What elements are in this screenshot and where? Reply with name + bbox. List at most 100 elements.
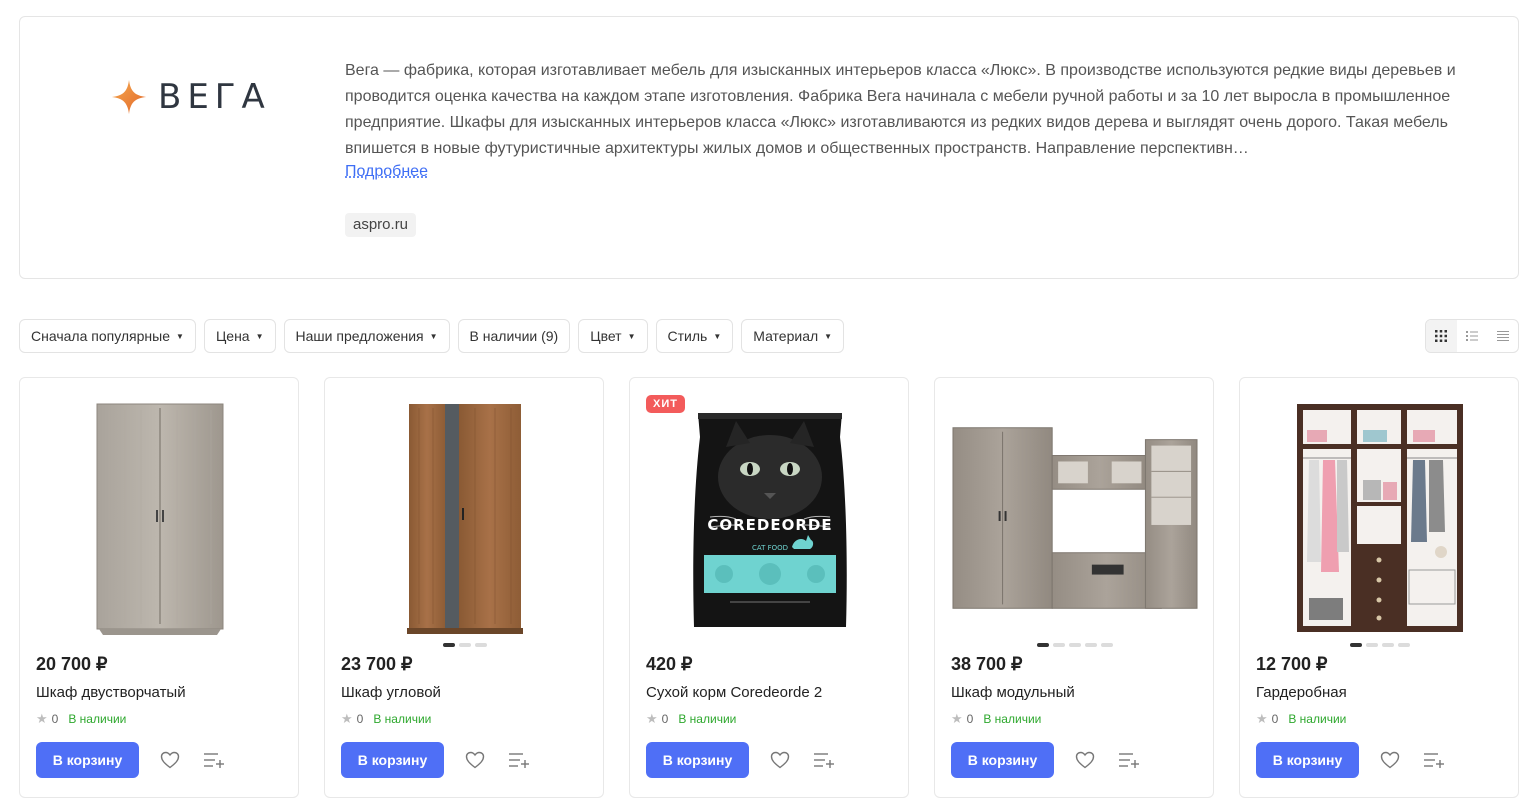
product-card[interactable]: ХИТ COREDEORDE CAT FOOD 420 ₽ Сухой корм… xyxy=(629,377,909,798)
grid-icon xyxy=(1435,330,1448,342)
stock-status: В наличии xyxy=(373,712,432,726)
product-actions: В корзину xyxy=(951,742,1142,778)
list-icon xyxy=(1466,331,1478,341)
brand-description: Вега — фабрика, которая изготавливает ме… xyxy=(345,62,1456,157)
product-image[interactable] xyxy=(1256,392,1504,647)
brand-logo[interactable]: ВЕГА xyxy=(110,77,271,117)
walk-in-closet-image xyxy=(1297,404,1463,632)
corner-wardrobe-image xyxy=(407,403,523,634)
stock-status: В наличии xyxy=(68,712,127,726)
product-price: 12 700 ₽ xyxy=(1256,654,1328,674)
add-to-cart-button[interactable]: В корзину xyxy=(36,742,139,778)
caret-down-icon: ▼ xyxy=(713,331,722,341)
star-icon: ★ xyxy=(951,711,963,726)
product-actions: В корзину xyxy=(341,742,532,778)
product-image[interactable] xyxy=(341,392,589,647)
heart-icon xyxy=(1380,751,1400,769)
heart-icon xyxy=(1075,751,1095,769)
product-image[interactable]: COREDEORDE CAT FOOD xyxy=(646,392,894,647)
compare-button[interactable] xyxy=(201,747,227,773)
add-to-cart-button[interactable]: В корзину xyxy=(1256,742,1359,778)
filter-in-stock[interactable]: В наличии (9) xyxy=(457,319,571,353)
image-pager[interactable] xyxy=(1350,643,1410,647)
compare-list-icon xyxy=(1119,753,1139,768)
product-card[interactable]: 12 700 ₽ Гардеробная ★ 0 В наличии В кор… xyxy=(1239,377,1519,798)
product-meta: ★ 0 В наличии xyxy=(1256,711,1346,727)
compare-button[interactable] xyxy=(1421,747,1447,773)
more-link[interactable]: Подробнее xyxy=(345,163,428,181)
compare-button[interactable] xyxy=(811,747,837,773)
filter-label: Цена xyxy=(215,328,250,344)
star-logo-icon xyxy=(111,79,147,115)
caret-down-icon: ▼ xyxy=(255,331,264,341)
favorite-button[interactable] xyxy=(1072,747,1098,773)
rating-value: 0 xyxy=(661,712,669,726)
filter-sort[interactable]: Сначала популярные ▼ xyxy=(19,319,196,353)
add-to-cart-button[interactable]: В корзину xyxy=(341,742,444,778)
product-card[interactable]: 23 700 ₽ Шкаф угловой ★ 0 В наличии В ко… xyxy=(324,377,604,798)
stock-status: В наличии xyxy=(678,712,737,726)
product-grid: 20 700 ₽ Шкаф двустворчатый ★ 0 В наличи… xyxy=(19,377,1519,798)
favorite-button[interactable] xyxy=(462,747,488,773)
modular-wall-image xyxy=(952,426,1198,609)
image-pager[interactable] xyxy=(443,643,487,647)
star-icon: ★ xyxy=(646,711,658,726)
product-image[interactable] xyxy=(951,392,1199,647)
favorite-button[interactable] xyxy=(1377,747,1403,773)
filter-label: Наши предложения xyxy=(295,328,424,344)
image-pager[interactable] xyxy=(1037,643,1113,647)
compare-button[interactable] xyxy=(506,747,532,773)
filter-material[interactable]: Материал ▼ xyxy=(741,319,845,353)
caret-down-icon: ▼ xyxy=(429,331,438,341)
product-image[interactable] xyxy=(36,392,284,647)
filter-label: Сначала популярные xyxy=(31,328,171,344)
rating-value: 0 xyxy=(1271,712,1279,726)
heart-icon xyxy=(465,751,485,769)
bag-sub-text: CAT FOOD xyxy=(752,544,788,552)
rating-value: 0 xyxy=(51,712,59,726)
caret-down-icon: ▼ xyxy=(627,331,636,341)
brand-site-tag[interactable]: aspro.ru xyxy=(345,213,417,237)
favorite-button[interactable] xyxy=(157,747,183,773)
product-meta: ★ 0 В наличии xyxy=(341,711,431,727)
star-icon: ★ xyxy=(1256,711,1268,726)
compare-list-icon xyxy=(204,753,224,768)
stock-status: В наличии xyxy=(983,712,1042,726)
compare-button[interactable] xyxy=(1116,747,1142,773)
logo-text: ВЕГА xyxy=(158,77,271,117)
view-table-button[interactable] xyxy=(1487,320,1518,352)
bag-brand-text: COREDEORDE xyxy=(707,516,832,534)
compare-list-icon xyxy=(509,753,529,768)
view-grid-button[interactable] xyxy=(1426,320,1457,352)
filter-style[interactable]: Стиль ▼ xyxy=(655,319,734,353)
filter-label: В наличии (9) xyxy=(469,328,559,344)
wardrobe-2-door-image xyxy=(96,403,224,635)
hit-badge: ХИТ xyxy=(646,395,685,413)
filter-price[interactable]: Цена ▼ xyxy=(203,319,276,353)
product-name[interactable]: Шкаф модульный xyxy=(951,684,1075,701)
product-name[interactable]: Сухой корм Coredeorde 2 xyxy=(646,684,822,701)
favorite-button[interactable] xyxy=(767,747,793,773)
product-name[interactable]: Шкаф двустворчатый xyxy=(36,684,186,701)
product-actions: В корзину xyxy=(646,742,837,778)
product-actions: В корзину xyxy=(1256,742,1447,778)
product-name[interactable]: Гардеробная xyxy=(1256,684,1347,701)
filter-color[interactable]: Цвет ▼ xyxy=(578,319,648,353)
add-to-cart-button[interactable]: В корзину xyxy=(646,742,749,778)
product-price: 420 ₽ xyxy=(646,654,693,674)
filter-offers[interactable]: Наши предложения ▼ xyxy=(283,319,450,353)
product-name[interactable]: Шкаф угловой xyxy=(341,684,441,701)
filter-label: Стиль xyxy=(667,328,708,344)
heart-icon xyxy=(160,751,180,769)
product-card[interactable]: 20 700 ₽ Шкаф двустворчатый ★ 0 В наличи… xyxy=(19,377,299,798)
view-list-button[interactable] xyxy=(1457,320,1488,352)
brand-card: ВЕГА Вега — фабрика, которая изготавлива… xyxy=(19,16,1519,279)
table-icon xyxy=(1496,331,1509,341)
product-card[interactable]: 38 700 ₽ Шкаф модульный ★ 0 В наличии В … xyxy=(934,377,1214,798)
product-price: 20 700 ₽ xyxy=(36,654,108,674)
add-to-cart-button[interactable]: В корзину xyxy=(951,742,1054,778)
product-meta: ★ 0 В наличии xyxy=(646,711,736,727)
caret-down-icon: ▼ xyxy=(176,331,184,341)
filter-bar: Сначала популярные ▼ Цена ▼ Наши предлож… xyxy=(19,319,845,353)
view-toggle xyxy=(1425,319,1519,353)
